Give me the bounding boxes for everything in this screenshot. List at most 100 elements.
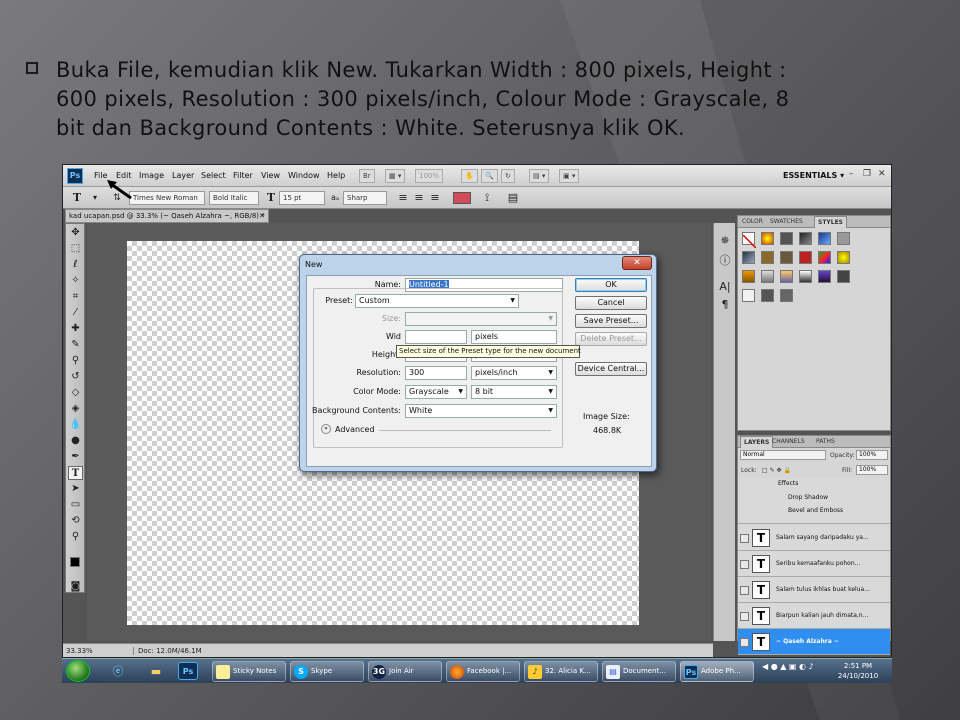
eraser-tool-icon[interactable]: ◇	[68, 386, 83, 400]
layer-row[interactable]: T Salam sayang daripadaku ya...	[738, 525, 890, 551]
style-swatch[interactable]	[799, 232, 812, 245]
crop-tool-icon[interactable]: ⌗	[68, 290, 83, 304]
taskbar-sticky-notes[interactable]: Sticky Notes	[212, 661, 286, 682]
move-tool-icon[interactable]: ✥	[68, 226, 83, 240]
3d-rotate-icon[interactable]: ⟲	[68, 514, 83, 528]
advanced-label[interactable]: Advanced	[335, 425, 375, 434]
font-style-select[interactable]: Bold Italic	[209, 191, 259, 205]
align-left-icon[interactable]: ≡	[395, 190, 411, 206]
tab-styles[interactable]: STYLES	[814, 216, 848, 228]
tool-presets-icon[interactable]: ✵	[717, 233, 733, 249]
background-contents-select[interactable]: White ▼	[405, 404, 557, 418]
zoom-tool-icon[interactable]: 🔍	[481, 169, 498, 183]
style-swatch[interactable]	[818, 251, 831, 264]
minimize-icon[interactable]: –	[849, 169, 854, 179]
paragraph-icon[interactable]: ¶	[717, 297, 733, 313]
lasso-tool-icon[interactable]: ℓ	[68, 258, 83, 272]
screen-mode-icon[interactable]: ▣ ▾	[559, 169, 580, 183]
blur-tool-icon[interactable]: 💧	[68, 418, 83, 432]
eyedropper-icon[interactable]: ⁄	[68, 306, 83, 320]
tab-paths[interactable]: PATHS	[816, 438, 835, 445]
document-tab[interactable]: kad ucapan.psd @ 33.3% (~ Qaseh Alzahra …	[65, 209, 269, 223]
layer-row[interactable]: T Biarpun kalian jauh dimata,n...	[738, 603, 890, 629]
effect-bevel-emboss[interactable]: Bevel and Emboss	[788, 507, 843, 514]
healing-brush-icon[interactable]: ✚	[68, 322, 83, 336]
align-center-icon[interactable]: ≡	[411, 190, 427, 206]
layer-row[interactable]: T Salam tulus ikhlas buat kelua...	[738, 577, 890, 603]
menu-filter[interactable]: Filter	[233, 171, 253, 180]
style-swatch[interactable]	[761, 289, 774, 302]
zoom-tool-icon[interactable]: ⚲	[68, 530, 83, 544]
style-swatch[interactable]	[780, 232, 793, 245]
info-icon[interactable]: ⓘ	[717, 253, 733, 269]
dialog-close-button[interactable]: ✕	[622, 256, 652, 270]
advanced-toggle-icon[interactable]: »	[321, 424, 331, 434]
font-size-select[interactable]: 15 pt	[279, 191, 325, 205]
antialias-select[interactable]: Sharp	[343, 191, 387, 205]
character-icon[interactable]: A|	[717, 279, 733, 295]
taskbar-media[interactable]: ♪ 32. Alicia K...	[524, 661, 598, 682]
foreground-color[interactable]	[70, 557, 80, 567]
align-right-icon[interactable]: ≡	[427, 190, 443, 206]
menu-view[interactable]: View	[261, 171, 280, 180]
history-brush-icon[interactable]: ↺	[68, 370, 83, 384]
bit-depth-select[interactable]: 8 bit ▼	[471, 385, 557, 399]
tool-preset-chevron-icon[interactable]: ▾	[87, 190, 103, 206]
status-doc-size[interactable]: Doc: 12.0M/46.1M	[133, 647, 213, 655]
internet-explorer-icon[interactable]: ⓔ	[102, 661, 134, 682]
effect-drop-shadow[interactable]: Drop Shadow	[788, 494, 828, 501]
size-select[interactable]: ▼	[405, 312, 557, 326]
pen-tool-icon[interactable]: ✒	[68, 450, 83, 464]
clone-stamp-icon[interactable]: ⚲	[68, 354, 83, 368]
style-swatch[interactable]	[837, 251, 850, 264]
style-swatch[interactable]	[780, 251, 793, 264]
tab-layers[interactable]: LAYERS	[740, 436, 774, 448]
type-tool-icon[interactable]: T	[69, 190, 85, 206]
visibility-toggle[interactable]	[740, 586, 749, 595]
fill-field[interactable]: 100%	[856, 465, 888, 475]
style-swatch[interactable]	[742, 270, 755, 283]
character-panel-icon[interactable]: ▤	[505, 190, 521, 206]
menu-select[interactable]: Select	[201, 171, 226, 180]
dodge-tool-icon[interactable]: ●	[68, 434, 83, 448]
close-tab-icon[interactable]: ✕	[259, 210, 265, 222]
taskbar-join-air[interactable]: 3G Join Air	[368, 661, 442, 682]
brush-tool-icon[interactable]: ✎	[68, 338, 83, 352]
menu-help[interactable]: Help	[327, 171, 345, 180]
restore-icon[interactable]: ❐	[863, 169, 871, 179]
taskbar-document[interactable]: ▤ Document...	[602, 661, 676, 682]
opacity-field[interactable]: 100%	[856, 450, 888, 460]
font-family-select[interactable]: Times New Roman	[129, 191, 205, 205]
width-field[interactable]	[405, 330, 467, 344]
style-swatch[interactable]	[780, 270, 793, 283]
quick-mask-icon[interactable]: ◙	[68, 580, 83, 594]
resolution-unit-select[interactable]: pixels/inch ▼	[471, 366, 557, 380]
style-swatch[interactable]	[761, 232, 774, 245]
start-button[interactable]	[66, 660, 90, 682]
color-mode-select[interactable]: Grayscale ▼	[405, 385, 467, 399]
photoshop-pin-icon[interactable]: Ps	[178, 662, 198, 680]
status-zoom[interactable]: 33.33%	[66, 647, 93, 655]
style-swatch[interactable]	[837, 232, 850, 245]
taskbar-photoshop[interactable]: Ps Adobe Ph...	[680, 661, 754, 682]
width-unit-select[interactable]: pixels	[471, 330, 557, 344]
type-tool-icon[interactable]: T	[68, 466, 83, 480]
style-swatch[interactable]	[837, 270, 850, 283]
bridge-icon[interactable]: Br	[359, 169, 375, 183]
style-swatch[interactable]	[799, 251, 812, 264]
style-none-swatch[interactable]	[742, 232, 757, 249]
marquee-tool-icon[interactable]: ⬚	[68, 242, 83, 256]
visibility-toggle[interactable]	[740, 534, 749, 543]
lock-icons[interactable]: □ ✎ ✥ 🔒	[762, 467, 791, 474]
close-icon[interactable]: ✕	[878, 169, 886, 179]
style-swatch[interactable]	[742, 251, 755, 264]
workspace-switcher[interactable]: ESSENTIALS ▾	[783, 171, 844, 180]
menu-image[interactable]: Image	[139, 171, 164, 180]
text-color-swatch[interactable]	[453, 192, 471, 204]
menu-layer[interactable]: Layer	[172, 171, 194, 180]
device-central-button[interactable]: Device Central...	[575, 362, 647, 376]
magic-wand-icon[interactable]: ✧	[68, 274, 83, 288]
style-swatch[interactable]	[780, 289, 793, 302]
style-swatch[interactable]	[818, 270, 831, 283]
path-selection-icon[interactable]: ➤	[68, 482, 83, 496]
